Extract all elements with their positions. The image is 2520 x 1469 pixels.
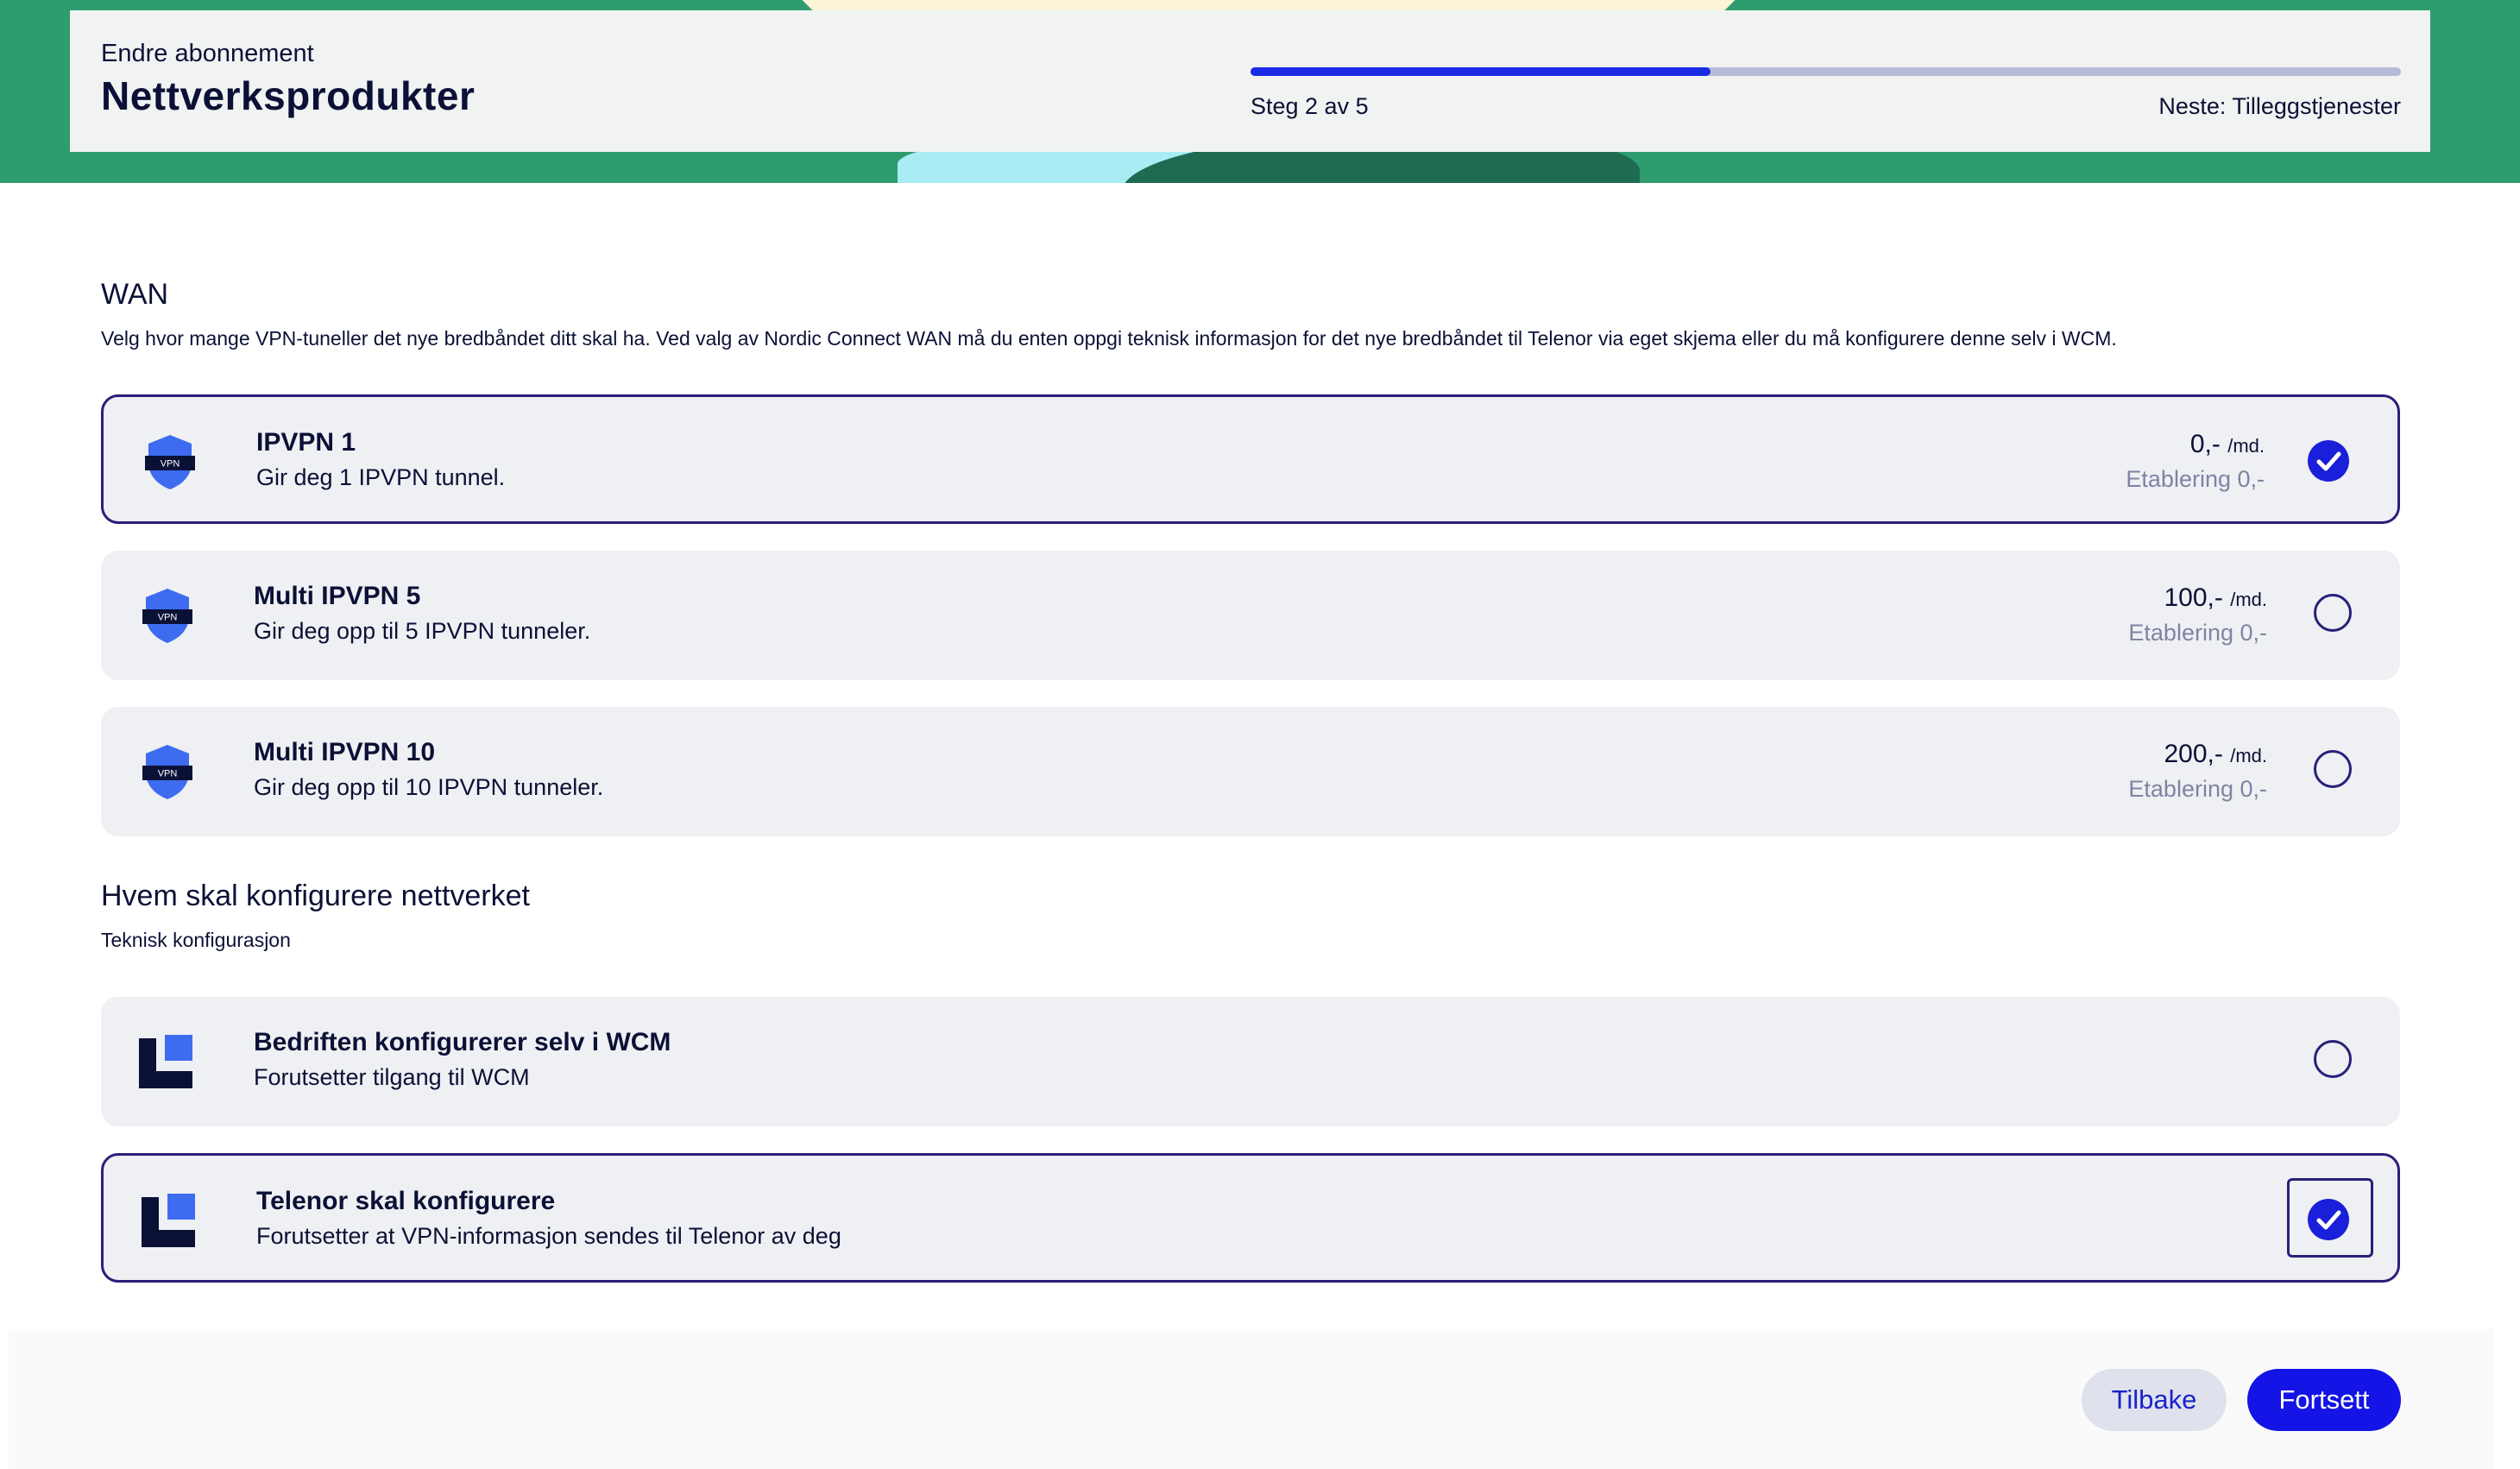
progress-bar — [1251, 67, 2401, 76]
option-card-multi-ipvpn-10[interactable]: VPN Multi IPVPN 10 Gir deg opp til 10 IP… — [101, 707, 2400, 836]
wan-section-description: Velg hvor mange VPN-tuneller det nye bre… — [101, 327, 2117, 350]
option-price: 200,- /md. — [2164, 740, 2267, 768]
progress-bar-fill — [1251, 67, 1711, 76]
option-establishment-fee: Etablering 0,- — [2128, 620, 2267, 646]
option-establishment-fee: Etablering 0,- — [2128, 776, 2267, 802]
option-description: Forutsetter tilgang til WCM — [254, 1064, 530, 1090]
page-subtitle: Endre abonnement — [101, 40, 314, 67]
page-title: Nettverksprodukter — [101, 73, 476, 118]
config-section-description: Teknisk konfigurasjon — [101, 929, 291, 951]
config-section-title: Hvem skal konfigurere nettverket — [101, 880, 530, 912]
back-button[interactable]: Tilbake — [2082, 1369, 2227, 1431]
configuration-blocks-icon — [140, 1190, 200, 1251]
step-indicator: Steg 2 av 5 — [1251, 93, 1369, 119]
wan-section-title: WAN — [101, 278, 169, 311]
option-description: Forutsetter at VPN-informasjon sendes ti… — [256, 1223, 841, 1249]
option-name: Bedriften konfigurerer selv i WCM — [254, 1028, 671, 1056]
option-description: Gir deg opp til 5 IPVPN tunneler. — [254, 618, 591, 644]
option-price: 100,- /md. — [2164, 583, 2267, 612]
vpn-shield-icon: VPN — [140, 432, 200, 492]
svg-text:VPN: VPN — [158, 613, 178, 623]
header-panel: Endre abonnement Nettverksprodukter Steg… — [70, 10, 2430, 152]
option-card-ipvpn-1[interactable]: VPN IPVPN 1 Gir deg 1 IPVPN tunnel. 0,- … — [101, 394, 2400, 524]
option-card-telenor-configure[interactable]: Telenor skal konfigurere Forutsetter at … — [101, 1153, 2400, 1283]
svg-text:VPN: VPN — [158, 769, 178, 779]
option-card-self-configure-wcm[interactable]: Bedriften konfigurerer selv i WCM Foruts… — [101, 997, 2400, 1126]
continue-button[interactable]: Fortsett — [2247, 1369, 2401, 1431]
option-description: Gir deg 1 IPVPN tunnel. — [256, 464, 506, 490]
svg-text:VPN: VPN — [161, 459, 180, 470]
option-price: 0,- /md. — [2189, 430, 2265, 458]
next-step-label: Neste: Tilleggstjenester — [2158, 93, 2401, 119]
option-card-multi-ipvpn-5[interactable]: VPN Multi IPVPN 5 Gir deg opp til 5 IPVP… — [101, 551, 2400, 680]
vpn-shield-icon: VPN — [137, 741, 198, 802]
checkmark-selected-icon[interactable] — [2308, 440, 2349, 482]
configuration-blocks-icon — [137, 1031, 198, 1092]
checkmark-selected-icon[interactable] — [2308, 1199, 2349, 1240]
option-name: IPVPN 1 — [256, 428, 356, 457]
vpn-shield-icon: VPN — [137, 585, 198, 646]
radio-button[interactable] — [2314, 594, 2352, 632]
option-name: Multi IPVPN 5 — [254, 582, 421, 610]
option-description: Gir deg opp til 10 IPVPN tunneler. — [254, 774, 604, 800]
radio-button[interactable] — [2314, 1040, 2352, 1078]
option-establishment-fee: Etablering 0,- — [2126, 466, 2265, 492]
option-name: Multi IPVPN 10 — [254, 738, 436, 766]
option-name: Telenor skal konfigurere — [256, 1187, 556, 1215]
radio-button[interactable] — [2314, 750, 2352, 788]
